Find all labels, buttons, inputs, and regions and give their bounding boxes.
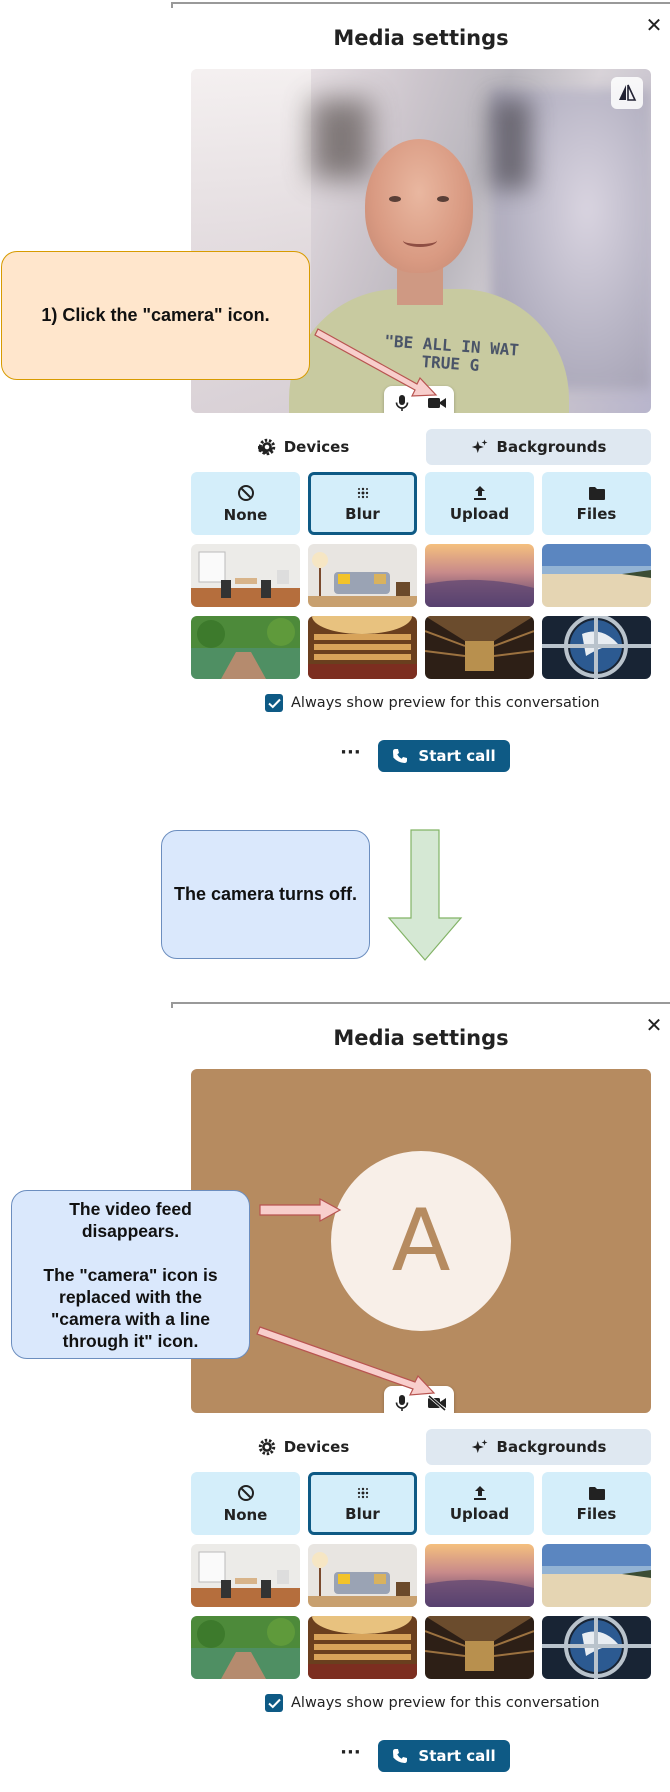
dialog-title: Media settings (333, 26, 509, 50)
dialog-actions: ··· Start call (171, 1740, 670, 1772)
background-thumb-dining-room[interactable] (191, 1544, 300, 1607)
tab-devices[interactable]: Devices (191, 429, 416, 465)
blur-label: Blur (345, 504, 380, 523)
tab-devices-label: Devices (283, 438, 350, 456)
background-thumb-library[interactable] (425, 1616, 534, 1679)
more-options-button[interactable]: ··· (332, 1740, 368, 1772)
background-thumb-theater[interactable] (308, 616, 417, 679)
background-none-button[interactable]: None (191, 472, 300, 535)
media-toggle-bar (384, 1386, 454, 1413)
dialog-actions: ··· Start call (171, 740, 670, 772)
blur-icon (357, 487, 368, 498)
settings-tabs: Devices Backgrounds (191, 1429, 651, 1465)
background-thumb-library[interactable] (425, 616, 534, 679)
tab-devices-label: Devices (283, 1438, 350, 1456)
background-files-button[interactable]: Files (542, 472, 651, 535)
background-upload-button[interactable]: Upload (425, 1472, 534, 1535)
folder-icon (588, 1486, 605, 1500)
sparkles-icon (471, 1439, 488, 1453)
background-blur-button[interactable]: Blur (308, 1472, 417, 1535)
callout-result: The video feed disappears. The "camera" … (11, 1190, 250, 1359)
more-options-button[interactable]: ··· (332, 740, 368, 772)
background-thumb-space-station[interactable] (542, 1616, 651, 1679)
tab-backgrounds[interactable]: Backgrounds (426, 1429, 651, 1465)
panel-corner (171, 1002, 173, 1008)
gear-icon (257, 438, 275, 456)
background-thumb-sunset-gradient[interactable] (425, 1544, 534, 1607)
camera-off-icon[interactable] (423, 1389, 451, 1413)
preview-checkbox[interactable] (265, 1694, 283, 1712)
preview-checkbox-label: Always show preview for this conversatio… (291, 1695, 600, 1711)
background-files-button[interactable]: Files (542, 1472, 651, 1535)
tab-backgrounds-label: Backgrounds (496, 1438, 607, 1456)
background-blur-button[interactable]: Blur (308, 472, 417, 535)
no-symbol-icon (237, 484, 254, 501)
upload-label: Upload (449, 504, 510, 523)
background-thumb-sunset-gradient[interactable] (425, 544, 534, 607)
down-arrow (387, 829, 463, 961)
panel-border (171, 1002, 670, 1004)
background-thumb-space-station[interactable] (542, 616, 651, 679)
video-preview-off: A (191, 1069, 651, 1413)
no-symbol-icon (237, 1484, 254, 1501)
background-thumb-beach[interactable] (542, 1544, 651, 1607)
background-thumb-living-room[interactable] (308, 1544, 417, 1607)
start-call-button[interactable]: Start call (378, 740, 510, 772)
microphone-icon[interactable] (388, 389, 416, 413)
background-upload-button[interactable]: Upload (425, 472, 534, 535)
preview-checkbox[interactable] (265, 694, 283, 712)
mirror-flip-icon[interactable] (611, 77, 643, 109)
callout-camera-off: The camera turns off. (161, 830, 370, 959)
folder-icon (588, 486, 605, 500)
background-thumb-living-room[interactable] (308, 544, 417, 607)
media-toggle-bar (384, 386, 454, 413)
tab-backgrounds-label: Backgrounds (496, 438, 607, 456)
panel-corner (171, 2, 173, 8)
background-thumb-garden-bridge[interactable] (191, 1616, 300, 1679)
phone-icon (393, 1749, 408, 1763)
background-thumb-beach[interactable] (542, 544, 651, 607)
none-label: None (223, 1505, 268, 1524)
camera-icon[interactable] (423, 389, 451, 413)
panel-border (171, 2, 670, 4)
background-thumb-dining-room[interactable] (191, 544, 300, 607)
upload-label: Upload (449, 1504, 510, 1523)
blur-label: Blur (345, 1504, 380, 1523)
tab-devices[interactable]: Devices (191, 1429, 416, 1465)
background-none-button[interactable]: None (191, 1472, 300, 1535)
callout-step-1: 1) Click the "camera" icon. (1, 251, 310, 380)
start-call-button[interactable]: Start call (378, 1740, 510, 1772)
blur-icon (357, 1487, 368, 1498)
preview-checkbox-row: Always show preview for this conversatio… (265, 1694, 600, 1712)
background-thumb-garden-bridge[interactable] (191, 616, 300, 679)
gear-icon (258, 1438, 275, 1456)
phone-icon (393, 749, 408, 763)
person-head (365, 139, 473, 273)
dialog-title: Media settings (333, 1026, 509, 1050)
none-label: None (223, 505, 268, 524)
start-call-label: Start call (418, 747, 496, 765)
settings-tabs: Devices Backgrounds (191, 429, 651, 465)
preview-checkbox-label: Always show preview for this conversatio… (291, 695, 600, 711)
microphone-icon[interactable] (388, 1389, 416, 1413)
files-label: Files (576, 1504, 617, 1523)
avatar: A (331, 1151, 511, 1331)
tab-backgrounds[interactable]: Backgrounds (426, 429, 651, 465)
start-call-label: Start call (418, 1747, 496, 1765)
background-thumb-theater[interactable] (308, 1616, 417, 1679)
upload-icon (473, 1485, 486, 1500)
files-label: Files (576, 504, 617, 523)
sparkles-icon (471, 439, 488, 453)
upload-icon (473, 485, 486, 500)
preview-checkbox-row: Always show preview for this conversatio… (265, 694, 600, 712)
